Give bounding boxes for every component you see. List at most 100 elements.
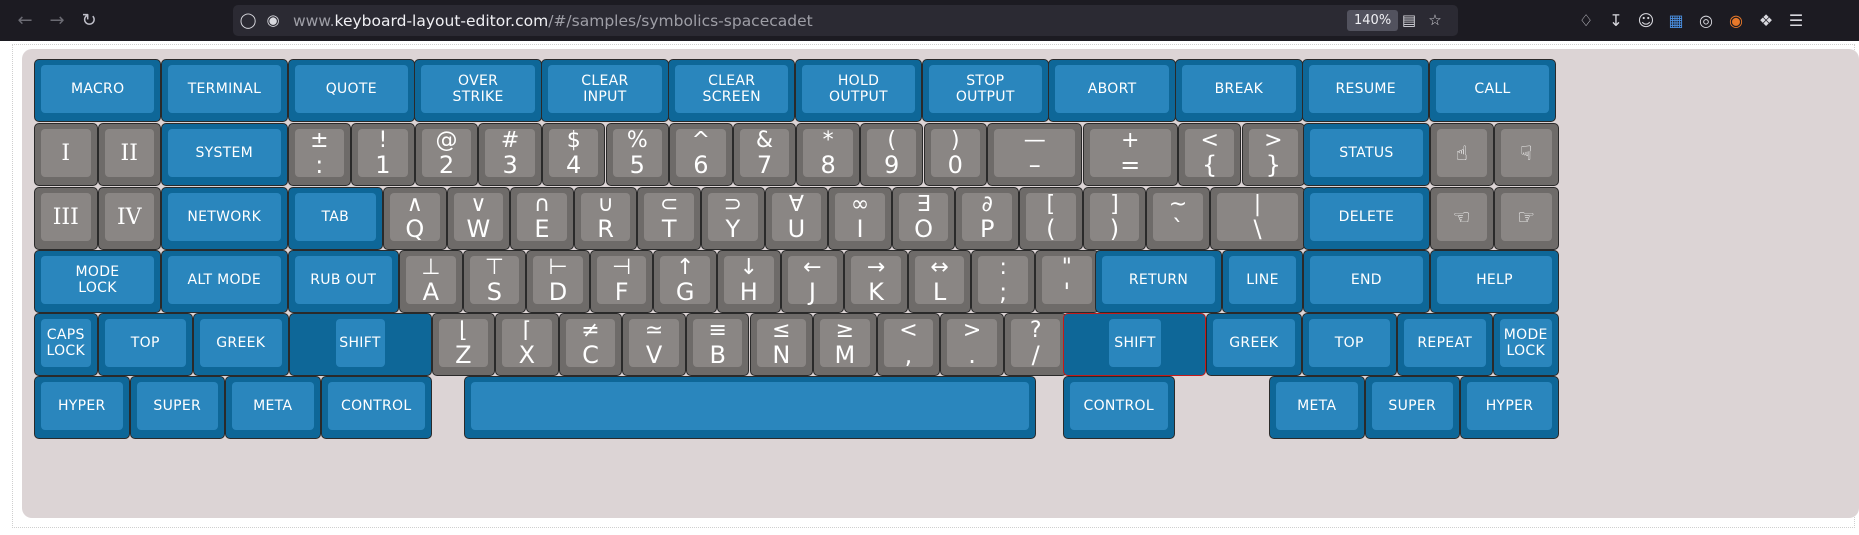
key-terminal[interactable]: TERMINAL [160, 59, 289, 122]
key-over-strike[interactable]: OVER STRIKE [414, 59, 542, 122]
key-3-3[interactable]: #3 [478, 123, 542, 186]
key-0-10[interactable]: ) 0 [923, 123, 988, 186]
key-hyper-right[interactable]: HYPER [1460, 376, 1559, 439]
key-j-r4-6[interactable]: ← J [780, 250, 845, 313]
key-n-r5-5[interactable]: ≤ N [749, 313, 814, 376]
key-network[interactable]: NETWORK [161, 187, 288, 250]
key-meta-right[interactable]: META [1269, 376, 1365, 439]
key-status[interactable]: STATUS [1303, 123, 1430, 186]
key-5-5[interactable]: % 5 [605, 123, 670, 186]
key--14[interactable]: >} [1241, 123, 1306, 186]
key-caps-lock[interactable]: CAPS LOCK [34, 313, 98, 376]
key--r5-9[interactable]: ? / [1003, 313, 1068, 376]
key-r-r3-3[interactable]: ∪ R [573, 187, 638, 250]
key-top-left[interactable]: TOP [97, 313, 193, 376]
key-shift-left[interactable]: SHIFT [288, 313, 432, 376]
key-clear-screen[interactable]: CLEAR SCREEN [668, 59, 796, 122]
key-clear-input[interactable]: CLEAR INPUT [541, 59, 669, 122]
key-6-6[interactable]: ^ 6 [669, 123, 733, 186]
key-mode-lock-left[interactable]: MODE LOCK [34, 250, 161, 313]
key-control-left[interactable]: CONTROL [320, 376, 432, 439]
key-macro[interactable]: MACRO [34, 59, 162, 122]
key-4-4[interactable]: $4 [541, 123, 606, 186]
key-control-right[interactable]: CONTROL [1063, 376, 1175, 439]
key-roman-i[interactable]: I [34, 123, 98, 186]
key-o-r3-8[interactable]: ∃ O [891, 187, 956, 250]
extensions-icon[interactable]: ❖ [1754, 9, 1778, 33]
key-abort[interactable]: ABORT [1048, 59, 1176, 122]
key-7-7[interactable]: & 7 [732, 123, 797, 186]
key--r4-10[interactable]: " ' [1035, 250, 1099, 313]
key-resume[interactable]: RESUME [1302, 59, 1430, 122]
key-rub-out[interactable]: RUB OUT [287, 250, 399, 313]
address-bar[interactable]: ◯ ◉ www.keyboard-layout-editor.com/#/sam… [233, 5, 1458, 36]
key--r3-13[interactable]: | \ [1209, 187, 1306, 250]
download-icon[interactable]: ↧ [1604, 9, 1628, 33]
key-b-r5-4[interactable]: ≡ B [685, 313, 750, 376]
key-shift-right[interactable]: SHIFT [1063, 313, 1206, 376]
key-quote[interactable]: QUOTE [287, 59, 415, 122]
key-2-2[interactable]: @2 [414, 123, 479, 186]
key-hyper-left[interactable]: HYPER [34, 376, 130, 439]
fox-extension-icon[interactable]: ◉ [1724, 9, 1748, 33]
key-hand-right[interactable]: ☞ [1493, 187, 1559, 250]
key-k-r4-7[interactable]: → K [844, 250, 908, 313]
zoom-badge[interactable]: 140% [1347, 10, 1399, 31]
key-hand-up[interactable]: ☝ [1430, 123, 1494, 186]
key-help[interactable]: HELP [1430, 250, 1559, 313]
key-h-r4-5[interactable]: ↓ H [717, 250, 781, 313]
key-mode-lock-right[interactable]: MODE LOCK [1492, 313, 1559, 376]
key-x-r5-1[interactable]: ⌈ X [495, 313, 559, 376]
key-a-r4-0[interactable]: ⊥ A [399, 250, 463, 313]
key-hold-output[interactable]: HOLD OUTPUT [794, 59, 923, 122]
key-hand-left[interactable]: ☜ [1430, 187, 1494, 250]
key--0[interactable]: ±: [287, 123, 352, 186]
key-stop-output[interactable]: STOP OUTPUT [921, 59, 1049, 122]
translate-icon[interactable]: ▤ [1399, 10, 1419, 30]
reload-icon[interactable]: ↻ [76, 8, 102, 34]
back-arrow-icon[interactable]: ← [12, 8, 38, 34]
translate-extension-icon[interactable]: ▦ [1664, 9, 1688, 33]
forward-arrow-icon[interactable]: → [44, 8, 70, 34]
key-g-r4-4[interactable]: ↑ G [653, 250, 717, 313]
key--12[interactable]: + = [1082, 123, 1178, 186]
key-call[interactable]: CALL [1428, 59, 1557, 122]
key-space[interactable] [464, 376, 1036, 439]
key-meta-left[interactable]: META [225, 376, 321, 439]
key--r5-7[interactable]: <, [876, 313, 941, 376]
key--r3-11[interactable]: ]) [1082, 187, 1147, 250]
key-super-left[interactable]: SUPER [129, 376, 225, 439]
key-repeat[interactable]: REPEAT [1397, 313, 1493, 376]
key-y-r3-5[interactable]: ⊃ Y [701, 187, 765, 250]
key-c-r5-2[interactable]: ≠ C [558, 313, 623, 376]
key-greek-right[interactable]: GREEK [1206, 313, 1302, 376]
key-system[interactable]: SYSTEM [161, 123, 288, 186]
key-e-r3-2[interactable]: ∩ E [510, 187, 574, 250]
key-q-r3-0[interactable]: ∧ Q [383, 187, 447, 250]
key--r4-9[interactable]: :; [971, 250, 1035, 313]
key--11[interactable]: — – [987, 123, 1083, 186]
key-s-r4-1[interactable]: ⊤ S [462, 250, 527, 313]
key-l-r4-8[interactable]: ↔ L [907, 250, 972, 313]
key-roman-iii[interactable]: III [34, 187, 98, 250]
key-alt-mode[interactable]: ALT MODE [161, 250, 288, 313]
key--13[interactable]: <{ [1177, 123, 1242, 186]
lock-icon[interactable]: ◉ [263, 10, 283, 30]
key-hand-down[interactable]: ☟ [1493, 123, 1559, 186]
key-line[interactable]: LINE [1222, 250, 1303, 313]
key-return[interactable]: RETURN [1095, 250, 1222, 313]
key-super-right[interactable]: SUPER [1364, 376, 1460, 439]
key-v-r5-3[interactable]: ≃ V [622, 313, 686, 376]
key--r5-8[interactable]: >. [940, 313, 1004, 376]
url-text[interactable]: www.keyboard-layout-editor.com/#/samples… [293, 12, 813, 30]
key--r3-12[interactable]: ~ ` [1146, 187, 1210, 250]
pocket-icon[interactable]: ♢ [1574, 9, 1598, 33]
account-icon[interactable]: ☺ [1634, 9, 1658, 33]
key--r3-10[interactable]: [( [1019, 187, 1083, 250]
key-roman-iv[interactable]: IV [97, 187, 161, 250]
key-delete[interactable]: DELETE [1303, 187, 1430, 250]
key-end[interactable]: END [1303, 250, 1430, 313]
key-m-r5-6[interactable]: ≥ M [813, 313, 877, 376]
key-top-right[interactable]: TOP [1301, 313, 1397, 376]
key-z-r5-0[interactable]: ⌊ Z [431, 313, 496, 376]
